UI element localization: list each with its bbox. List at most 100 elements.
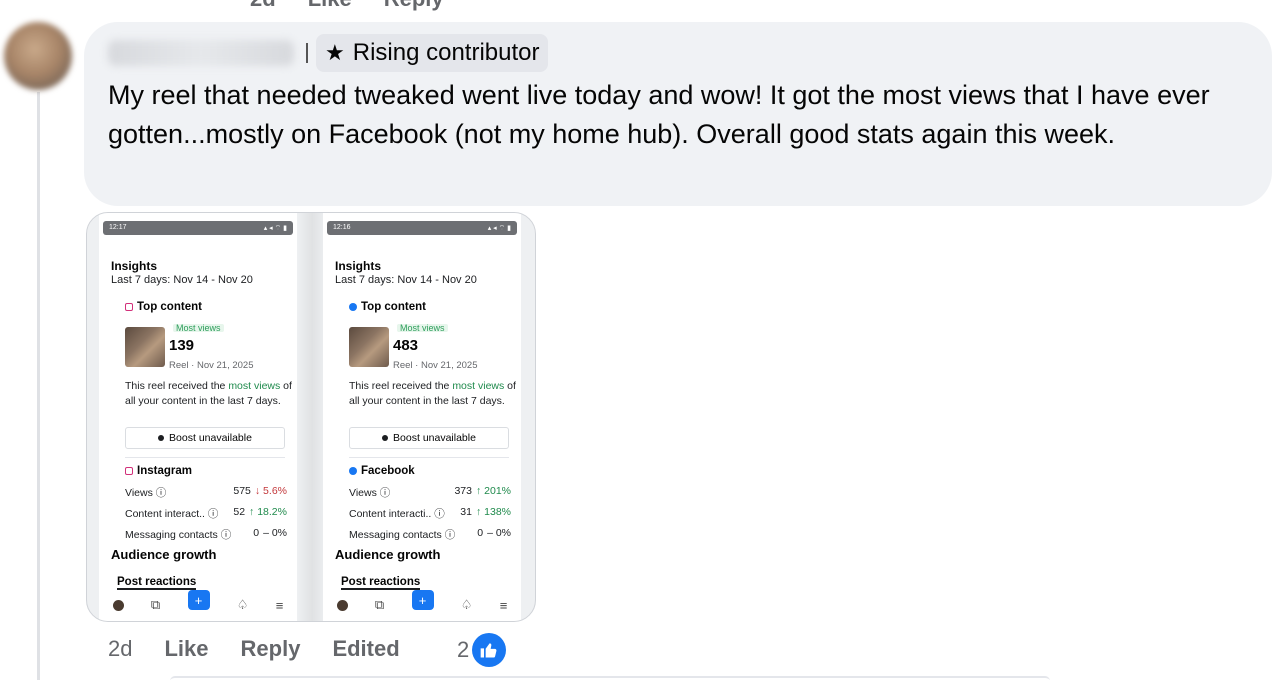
instagram-icon [125, 467, 133, 475]
bottom-nav: ⧉ + ♤ ≡ [323, 590, 521, 617]
insights-title: Insights [335, 259, 382, 273]
star-icon: ★ [325, 40, 345, 65]
comment-actions: 2d Like Reply Edited [108, 636, 432, 662]
boost-unavailable-button[interactable]: Boost unavailable [125, 427, 285, 449]
metric-value: 373 [454, 485, 472, 497]
top-content-label: Top content [137, 301, 202, 313]
menu-icon[interactable]: ≡ [500, 598, 508, 613]
status-time: 12:17 [109, 224, 127, 231]
like-button[interactable]: Like [164, 636, 208, 662]
platform-heading: Instagram [125, 465, 192, 477]
post-reactions-tab[interactable]: Post reactions [117, 576, 197, 590]
metric-value: 575 [233, 485, 251, 497]
post-reactions-tab[interactable]: Post reactions [341, 576, 421, 590]
status-time: 12:16 [333, 224, 351, 231]
content-icon[interactable]: ⧉ [375, 597, 384, 613]
metric-row[interactable]: Messaging contacts ⓘ 0 – 0% [349, 527, 511, 542]
divider [349, 457, 509, 458]
status-bar: 12:16 ▴ ◂ ⌔ ▮ [327, 221, 517, 235]
metric-row[interactable]: Content interact.. ⓘ 52 ↑ 18.2% [125, 506, 287, 521]
phone-screenshot-right: 12:16 ▴ ◂ ⌔ ▮ Insights Last 7 days: Nov … [323, 213, 521, 621]
most-views-tag: Most views [173, 324, 224, 332]
info-icon [158, 435, 165, 441]
metric-label: Messaging contacts ⓘ [349, 529, 456, 541]
profile-icon[interactable] [336, 599, 348, 611]
profile-icon[interactable] [112, 599, 124, 611]
previous-age: 2d [250, 0, 276, 12]
metric-value-group: 52 ↑ 18.2% [233, 506, 287, 521]
metric-row[interactable]: Views ⓘ 373 ↑ 201% [349, 485, 511, 500]
platform-label: Instagram [137, 465, 192, 477]
previous-comment-actions: 2d Like Reply [250, 0, 444, 12]
author-row: ★ Rising contributor [108, 34, 549, 72]
edited-label[interactable]: Edited [332, 636, 399, 662]
reel-views-count: 483 [393, 337, 419, 354]
metric-value-group: 31 ↑ 138% [460, 506, 511, 521]
reel-thumbnail[interactable] [125, 327, 165, 367]
metric-change: ↑ 201% [475, 485, 511, 497]
desc-highlight: most views [452, 380, 505, 392]
top-content-heading: Top content [349, 301, 426, 313]
metric-row[interactable]: Views ⓘ 575 ↓ 5.6% [125, 485, 287, 500]
notifications-icon[interactable]: ♤ [237, 597, 249, 613]
metric-value-group: 0 – 0% [253, 527, 287, 542]
divider [125, 457, 285, 458]
author-name-blurred[interactable] [108, 40, 294, 66]
comment-bubble: ★ Rising contributor My reel that needed… [84, 22, 1272, 206]
metric-change: ↑ 138% [475, 506, 511, 518]
metric-label: Content interacti.. ⓘ [349, 508, 445, 520]
reply-button[interactable]: Reply [241, 636, 301, 662]
thread-line [37, 92, 40, 680]
metric-label: Views ⓘ [125, 487, 167, 499]
info-icon [382, 435, 389, 441]
reel-description: This reel received the most views of all… [125, 379, 293, 408]
metric-row[interactable]: Content interacti.. ⓘ 31 ↑ 138% [349, 506, 511, 521]
rising-contributor-badge[interactable]: ★ Rising contributor [316, 34, 549, 72]
reaction-summary[interactable]: 2 [457, 633, 507, 667]
boost-unavailable-button[interactable]: Boost unavailable [349, 427, 509, 449]
boost-label: Boost unavailable [169, 432, 252, 444]
audience-growth-heading: Audience growth [111, 547, 297, 562]
bottom-nav: ⧉ + ♤ ≡ [99, 590, 297, 617]
previous-like-button[interactable]: Like [308, 0, 352, 12]
metric-change: – 0% [487, 527, 511, 539]
reaction-count: 2 [457, 637, 470, 662]
facebook-icon [349, 303, 357, 311]
reply-input-edge[interactable] [170, 676, 1050, 680]
desc-highlight: most views [228, 380, 281, 392]
notifications-icon[interactable]: ♤ [461, 597, 473, 613]
create-plus-icon[interactable]: + [187, 590, 210, 610]
metric-value-group: 575 ↓ 5.6% [233, 485, 287, 500]
thumbs-up-icon [472, 633, 507, 667]
metric-change: – 0% [263, 527, 287, 539]
status-icons: ▴ ◂ ⌔ ▮ [487, 225, 511, 232]
status-bar: 12:17 ▴ ◂ ⌔ ▮ [103, 221, 293, 235]
content-icon[interactable]: ⧉ [151, 597, 160, 613]
date-range: Last 7 days: Nov 14 - Nov 20 [335, 274, 477, 286]
platform-heading: Facebook [349, 465, 415, 477]
audience-growth-heading: Audience growth [335, 547, 521, 562]
reel-date: Reel · Nov 21, 2025 [393, 360, 478, 371]
insights-title: Insights [111, 259, 158, 273]
desc-text: This reel received the [125, 380, 229, 392]
facebook-icon [349, 467, 357, 475]
reel-description: This reel received the most views of all… [349, 379, 517, 408]
date-range: Last 7 days: Nov 14 - Nov 20 [111, 274, 253, 286]
metric-row[interactable]: Messaging contacts ⓘ 0 – 0% [125, 527, 287, 542]
metric-change: ↑ 18.2% [249, 506, 287, 518]
create-plus-icon[interactable]: + [411, 590, 434, 610]
platform-label: Facebook [361, 465, 415, 477]
reel-thumbnail[interactable] [349, 327, 389, 367]
metric-label: Views ⓘ [349, 487, 391, 499]
reel-date: Reel · Nov 21, 2025 [169, 360, 254, 371]
metric-value-group: 0 – 0% [477, 527, 511, 542]
comment-age: 2d [108, 636, 133, 661]
status-icons: ▴ ◂ ⌔ ▮ [263, 225, 287, 232]
menu-icon[interactable]: ≡ [276, 598, 284, 613]
author-separator [306, 43, 308, 63]
comment-image-attachment[interactable]: 12:17 ▴ ◂ ⌔ ▮ Insights Last 7 days: Nov … [86, 212, 536, 622]
previous-reply-button[interactable]: Reply [384, 0, 444, 12]
commenter-avatar[interactable] [4, 22, 72, 90]
desc-text: This reel received the [349, 380, 453, 392]
metric-value: 52 [233, 506, 246, 518]
